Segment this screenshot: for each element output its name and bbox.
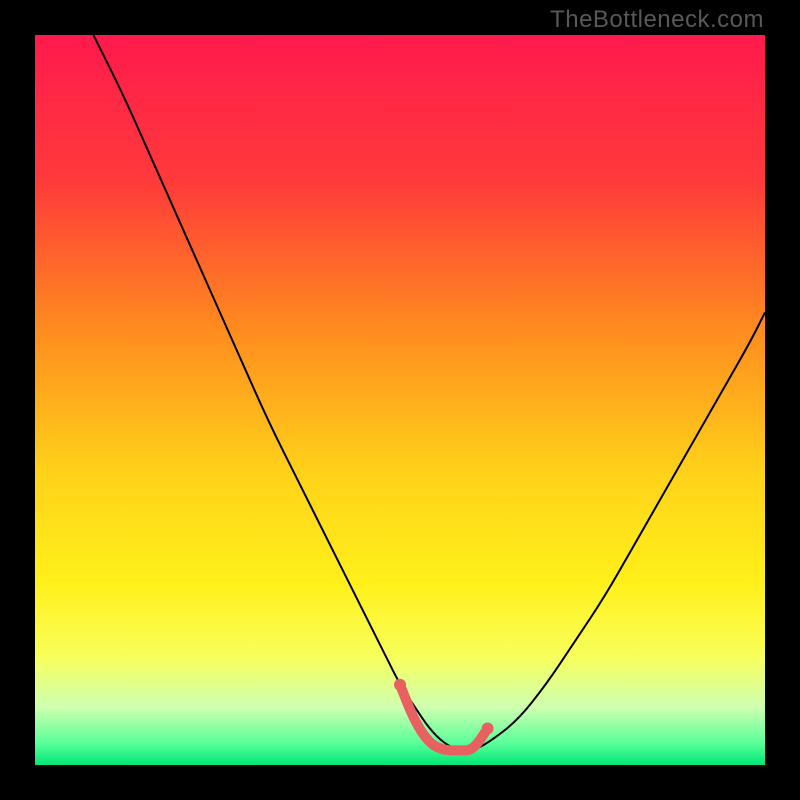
optimal-zone-marker — [400, 685, 488, 751]
curve-layer — [35, 35, 765, 765]
optimal-zone-dot-right — [482, 723, 494, 735]
watermark-text: TheBottleneck.com — [550, 6, 764, 34]
bottleneck-curve — [93, 35, 765, 750]
plot-area — [35, 35, 765, 765]
chart-container: TheBottleneck.com — [0, 0, 800, 800]
optimal-zone-dot-left — [394, 679, 406, 691]
